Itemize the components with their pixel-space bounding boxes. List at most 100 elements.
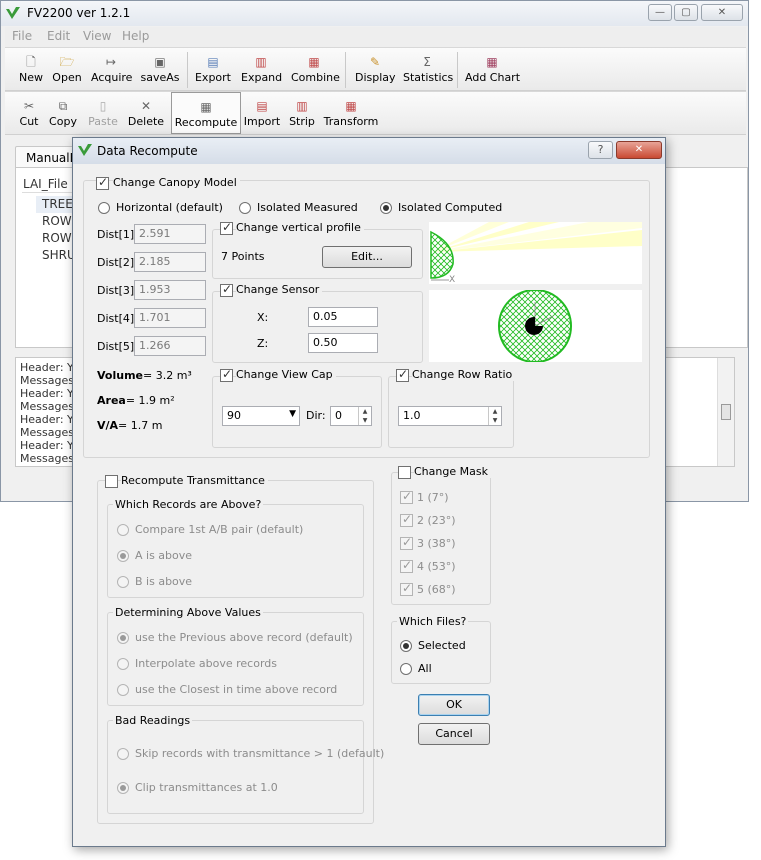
minimize-button[interactable]: —	[648, 4, 672, 21]
tool-strip[interactable]: ▥ Strip	[287, 98, 317, 128]
ring-4-checkbox[interactable]	[400, 558, 413, 573]
open-folder-icon: 🗁	[59, 55, 75, 69]
model-isolated-measured-radio[interactable]	[239, 202, 251, 214]
toolbar-separator	[345, 52, 346, 88]
tool-acquire[interactable]: ↦ Acquire	[91, 54, 132, 84]
close-button[interactable]: ✕	[701, 4, 743, 21]
b-is-above-label: B is above	[135, 575, 193, 588]
canopy-model-label: Change Canopy Model	[113, 176, 240, 189]
data-recompute-dialog: Data Recompute ? ✕ Change Canopy Model H…	[72, 137, 666, 847]
canopy-model-checkbox[interactable]	[96, 175, 109, 190]
spinner-arrows-icon[interactable]: ▲ ▼	[488, 407, 501, 425]
dist-2-label: Dist[2]	[97, 256, 135, 269]
tree-header[interactable]: LAI_File	[23, 177, 68, 191]
ok-button[interactable]: OK	[418, 694, 490, 716]
tool-transform[interactable]: ▦ Transform	[323, 98, 379, 128]
menu-help[interactable]: Help	[122, 29, 149, 43]
edit-profile-button[interactable]: Edit...	[322, 246, 412, 268]
menu-edit[interactable]: Edit	[47, 29, 70, 43]
svg-text:X: X	[449, 275, 455, 284]
dist-1-field[interactable]: 2.591	[134, 224, 206, 244]
ring-2-checkbox[interactable]	[400, 512, 413, 527]
files-all-radio[interactable]	[400, 663, 412, 675]
dist-3-field[interactable]: 1.953	[134, 280, 206, 300]
clip-transmittance-radio[interactable]	[117, 782, 129, 794]
tool-combine[interactable]: ▦ Combine	[291, 54, 340, 84]
bad-readings-group	[107, 720, 364, 814]
ring-2-label: 2 (23°)	[417, 514, 456, 527]
a-is-above-radio[interactable]	[117, 550, 129, 562]
tool-add-chart[interactable]: ▦ Add Chart	[465, 54, 520, 84]
tool-display[interactable]: ✎ Display	[355, 54, 396, 84]
profile-points-label: 7 Points	[221, 250, 265, 263]
log-line: Messages	[20, 400, 74, 413]
skip-records-label: Skip records with transmittance > 1 (def…	[135, 747, 385, 760]
acquire-icon: ↦	[105, 55, 117, 69]
interpolate-radio[interactable]	[117, 658, 129, 670]
row-ratio-checkbox[interactable]	[396, 367, 409, 382]
tool-new[interactable]: 🗋 New	[15, 54, 47, 84]
compare-pair-label: Compare 1st A/B pair (default)	[135, 523, 304, 536]
dist-2-field[interactable]: 2.185	[134, 252, 206, 272]
maximize-button[interactable]: ▢	[674, 4, 698, 21]
use-previous-radio[interactable]	[117, 632, 129, 644]
model-horizontal-radio[interactable]	[98, 202, 110, 214]
tool-cut[interactable]: ✂ Cut	[15, 98, 43, 128]
ring-3-checkbox[interactable]	[400, 535, 413, 550]
spinner-arrows-icon[interactable]: ▲ ▼	[358, 407, 371, 425]
cancel-button[interactable]: Cancel	[418, 723, 490, 745]
tool-delete[interactable]: ✕ Delete	[127, 98, 165, 128]
model-isolated-computed-radio[interactable]	[380, 202, 392, 214]
scrollbar-thumb[interactable]	[721, 404, 731, 420]
tool-paste[interactable]: ▯ Paste	[87, 98, 119, 128]
dist-3-label: Dist[3]	[97, 284, 135, 297]
compare-pair-radio[interactable]	[117, 524, 129, 536]
paste-icon: ▯	[99, 99, 107, 113]
a-is-above-label: A is above	[135, 549, 193, 562]
change-mask-checkbox[interactable]	[398, 466, 411, 479]
va-readout: V/A= 1.7 m	[97, 419, 163, 432]
change-sensor-checkbox[interactable]	[220, 282, 233, 297]
sensor-z-input[interactable]: 0.50	[308, 333, 378, 353]
model-horizontal-label: Horizontal (default)	[116, 201, 223, 214]
main-toolbar: 🗋 New 🗁 Open ↦ Acquire ▣ saveAs ▤ Export ▥ Exp…	[5, 47, 746, 91]
view-cap-select[interactable]: 90 ▼	[222, 406, 300, 426]
ring-1-label: 1 (7°)	[417, 491, 449, 504]
dialog-close-button[interactable]: ✕	[616, 141, 662, 159]
tool-copy[interactable]: ⧉ Copy	[47, 98, 79, 128]
dropdown-arrow-icon: ▼	[289, 409, 296, 419]
sensor-x-label: X:	[257, 311, 269, 324]
save-icon: ▣	[154, 55, 166, 69]
tree-row[interactable]: SHRU	[42, 248, 76, 262]
use-closest-radio[interactable]	[117, 684, 129, 696]
tool-statistics[interactable]: Σ Statistics	[403, 54, 453, 84]
tool-import[interactable]: ▤ Import	[243, 98, 281, 128]
dist-5-field[interactable]: 1.266	[134, 336, 206, 356]
skip-records-radio[interactable]	[117, 748, 129, 760]
tool-open[interactable]: 🗁 Open	[51, 54, 83, 84]
ring-5-checkbox[interactable]	[400, 581, 413, 596]
recompute-transmittance-checkbox[interactable]	[105, 475, 118, 488]
dialog-titlebar: Data Recompute ? ✕	[73, 138, 665, 164]
sensor-x-input[interactable]: 0.05	[308, 307, 378, 327]
above-records-title: Which Records are Above?	[113, 498, 264, 511]
change-mask-label: Change Mask	[414, 465, 491, 478]
row-ratio-spinbox[interactable]: 1.0 ▲ ▼	[398, 406, 502, 426]
tool-saveas[interactable]: ▣ saveAs	[139, 54, 181, 84]
import-icon: ▤	[256, 99, 268, 113]
ring-1-checkbox[interactable]	[400, 489, 413, 504]
files-selected-radio[interactable]	[400, 640, 412, 652]
dist-4-field[interactable]: 1.701	[134, 308, 206, 328]
log-scrollbar[interactable]	[717, 358, 734, 466]
view-cap-checkbox[interactable]	[220, 367, 233, 382]
b-is-above-radio[interactable]	[117, 576, 129, 588]
toolbar-separator	[457, 52, 458, 88]
dir-spinbox[interactable]: 0 ▲ ▼	[330, 406, 372, 426]
tool-expand[interactable]: ▥ Expand	[241, 54, 282, 84]
tool-export[interactable]: ▤ Export	[193, 54, 233, 84]
menu-view[interactable]: View	[83, 29, 111, 43]
menu-file[interactable]: File	[12, 29, 32, 43]
vertical-profile-checkbox[interactable]	[220, 220, 233, 235]
help-button[interactable]: ?	[588, 141, 613, 159]
tool-recompute[interactable]: ▦ Recompute	[171, 92, 241, 134]
